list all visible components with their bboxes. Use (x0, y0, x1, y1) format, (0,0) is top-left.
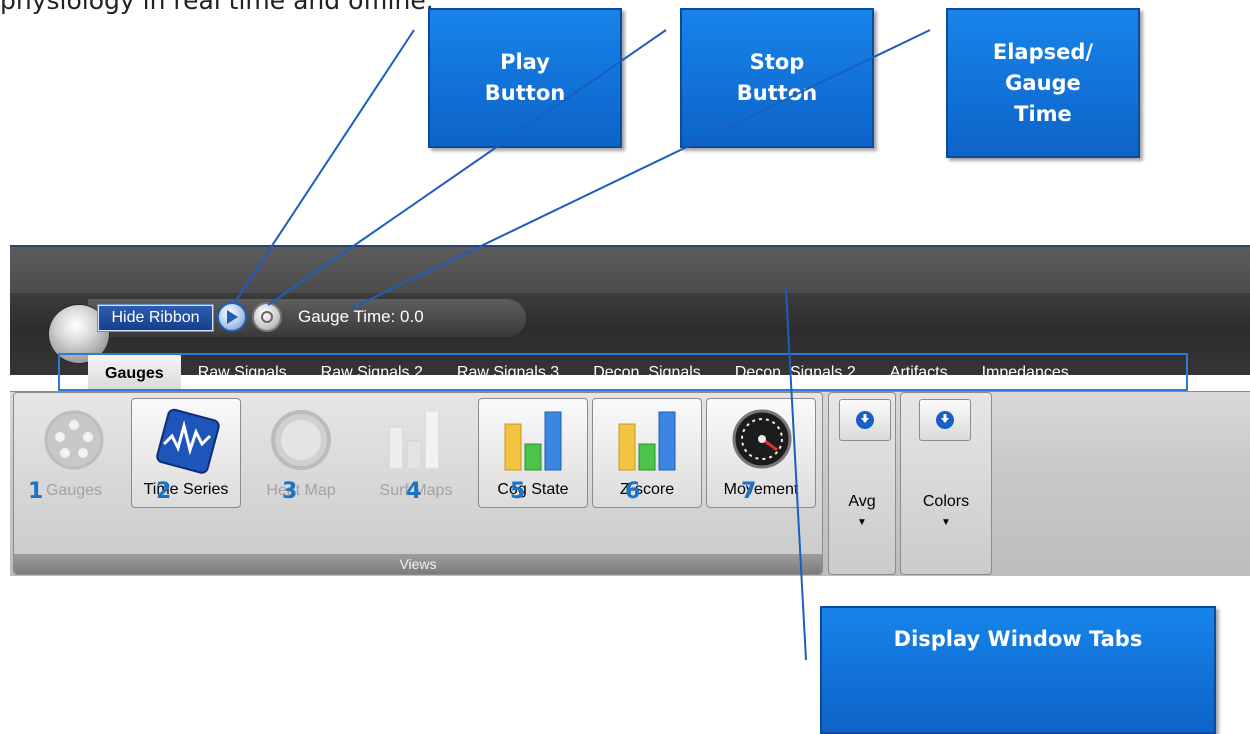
hide-ribbon-button[interactable]: Hide Ribbon (97, 304, 214, 332)
time-series-view-label: Time Series (143, 481, 229, 498)
tab-raw-signals-3[interactable]: Raw Signals 3 (440, 357, 576, 389)
colors-group[interactable]: Colors ▼ (900, 392, 992, 575)
app-window: Hide Ribbon Gauge Time: 0.0 Gauges Raw S… (10, 245, 1250, 576)
colors-label: Colors (922, 493, 970, 510)
play-button-callout: Play Button (428, 8, 622, 148)
view-number-3: 3 (282, 479, 298, 504)
view-number-6: 6 (625, 479, 641, 504)
z-score-view-label: Z-score (619, 481, 675, 498)
heat-map-view-button[interactable]: Heat Map (246, 398, 356, 508)
surf-maps-icon (388, 410, 440, 470)
colors-dropdown-button[interactable] (919, 399, 971, 441)
avg-chevron-down-icon: ▼ (857, 517, 867, 528)
tab-raw-signals-2[interactable]: Raw Signals 2 (304, 357, 440, 389)
avg-label: Avg (848, 493, 876, 510)
cog-state-view-label: Cog State (497, 481, 569, 498)
download-arrow-icon (856, 411, 874, 429)
z-score-icon (618, 411, 676, 471)
tab-raw-signals[interactable]: Raw Signals (181, 357, 304, 389)
play-button[interactable] (217, 302, 247, 332)
stop-button-callout: Stop Button (680, 8, 874, 148)
view-number-1: 1 (28, 479, 44, 504)
views-group-label: Views (14, 554, 822, 574)
stop-button[interactable] (252, 302, 282, 332)
views-group: Gauges 1 Time Series 2 Heat Map 3 Surf M… (13, 392, 823, 575)
gauge-time-readout: Gauge Time: 0.0 (298, 307, 424, 326)
tab-impedances[interactable]: Impedances (965, 357, 1086, 389)
colors-chevron-down-icon: ▼ (941, 517, 951, 528)
z-score-view-button[interactable]: Z-score (592, 398, 702, 508)
play-icon (227, 310, 238, 324)
elapsed-time-callout: Elapsed/ Gauge Time (946, 8, 1140, 158)
time-series-icon (156, 408, 220, 474)
view-number-5: 5 (510, 479, 526, 504)
heat-map-view-label: Heat Map (266, 482, 336, 499)
time-series-view-button[interactable]: Time Series (131, 398, 241, 508)
tab-decon-signals[interactable]: Decon. Signals (576, 357, 718, 389)
movement-view-button[interactable]: Movement (706, 398, 816, 508)
view-number-7: 7 (741, 479, 757, 504)
stop-icon (261, 311, 273, 323)
movement-icon (732, 409, 792, 469)
tab-artifacts[interactable]: Artifacts (873, 357, 965, 389)
download-arrow-icon (936, 411, 954, 429)
ribbon-panel: Gauges 1 Time Series 2 Heat Map 3 Surf M… (10, 391, 1250, 576)
display-window-tabs: Gauges Raw Signals Raw Signals 2 Raw Sig… (88, 353, 1086, 393)
gauges-icon (44, 410, 104, 470)
heat-map-icon (271, 410, 331, 470)
title-bar (10, 245, 1250, 295)
avg-dropdown-button[interactable] (839, 399, 891, 441)
view-number-2: 2 (156, 479, 172, 504)
display-window-tabs-callout: Display Window Tabs (820, 606, 1216, 734)
view-number-4: 4 (406, 479, 422, 504)
cog-state-icon (504, 411, 562, 471)
cog-state-view-button[interactable]: Cog State (478, 398, 588, 508)
tab-gauges[interactable]: Gauges (88, 353, 181, 393)
movement-view-label: Movement (723, 481, 799, 498)
avg-group[interactable]: Avg ▼ (828, 392, 896, 575)
intro-text: physiology in real time and offline. (0, 0, 434, 15)
tab-decon-signals-2[interactable]: Decon. Signals 2 (718, 357, 873, 389)
